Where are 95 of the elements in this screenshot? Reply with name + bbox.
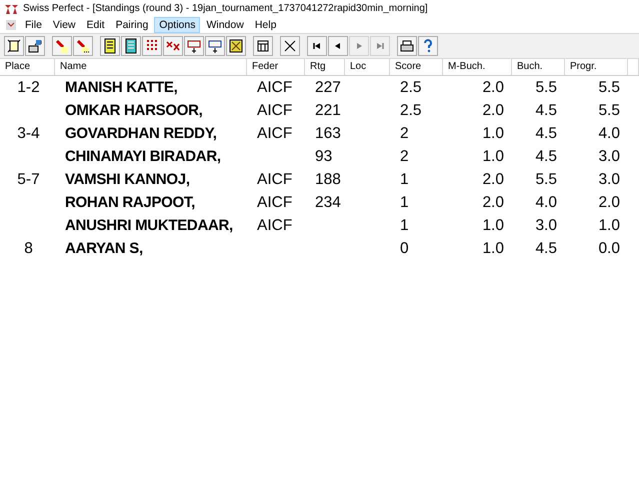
column-header[interactable]: Loc bbox=[345, 59, 390, 75]
table-cell: AICF bbox=[257, 124, 292, 142]
table-cell: 4.5 bbox=[535, 102, 557, 118]
toolbar-button[interactable] bbox=[25, 36, 45, 56]
menu-item[interactable]: File bbox=[20, 17, 47, 33]
toolbar-button[interactable] bbox=[121, 36, 141, 56]
menu-item[interactable]: Options bbox=[154, 17, 200, 33]
table-cell: 4.5 bbox=[535, 240, 557, 256]
menu-item[interactable]: Help bbox=[250, 17, 282, 33]
table-cell: 2.0 bbox=[598, 194, 620, 210]
column-header[interactable]: Place bbox=[0, 59, 55, 75]
window-title: Swiss Perfect - [Standings (round 3) - 19jan_tournament_1737041272rapid30min_morning] bbox=[23, 3, 428, 14]
table-cell: 2.5 bbox=[400, 78, 422, 96]
table-cell: 4.0 bbox=[535, 194, 557, 210]
column-header[interactable]: M-Buch. bbox=[443, 59, 512, 75]
toolbar-button[interactable] bbox=[184, 36, 204, 56]
table-cell: AICF bbox=[257, 102, 292, 118]
table-cell: 2.0 bbox=[482, 78, 504, 96]
table-cell: 93 bbox=[315, 148, 332, 164]
table-cell: 2.0 bbox=[482, 194, 504, 210]
table-cell: 2.0 bbox=[482, 170, 504, 188]
player-name: CHINAMAYI BIRADAR, bbox=[65, 148, 221, 164]
table-cell: 1 bbox=[400, 170, 409, 188]
player-name: VAMSHI KANNOJ, bbox=[65, 170, 190, 188]
table-cell: 1.0 bbox=[482, 148, 504, 164]
menu-item[interactable]: Pairing bbox=[110, 17, 154, 33]
cross-icon bbox=[282, 38, 298, 54]
table-cell: 1 bbox=[400, 216, 409, 234]
table-cell: 0 bbox=[400, 240, 409, 256]
table-cell: 8 bbox=[24, 240, 33, 256]
column-header[interactable]: Feder bbox=[247, 59, 305, 75]
table-cell: 227 bbox=[315, 78, 341, 96]
menu-item[interactable]: Window bbox=[201, 17, 249, 33]
table-cell: 5-7 bbox=[17, 170, 40, 188]
column-header[interactable]: Progr. bbox=[565, 59, 628, 75]
toolbar-button[interactable] bbox=[205, 36, 225, 56]
toolbar-button[interactable] bbox=[280, 36, 300, 56]
table-cell: 3-4 bbox=[17, 124, 40, 142]
table-cell: 3.0 bbox=[535, 216, 557, 234]
table-cell: 5.5 bbox=[598, 102, 620, 118]
toolbar-button[interactable] bbox=[142, 36, 162, 56]
table-cell: 4.5 bbox=[535, 124, 557, 142]
table-cell: 2 bbox=[400, 148, 409, 164]
column-header[interactable]: Score bbox=[390, 59, 443, 75]
table-cell: 221 bbox=[315, 102, 341, 118]
table-cell: 5.5 bbox=[535, 78, 557, 96]
table-cell: 5.5 bbox=[535, 170, 557, 188]
player-name: ANUSHRI MUKTEDAAR, bbox=[65, 216, 233, 234]
menu-item[interactable]: Edit bbox=[82, 17, 110, 33]
table-cell: 1.0 bbox=[482, 124, 504, 142]
table-cell: 2 bbox=[400, 124, 409, 142]
toolbar-button[interactable] bbox=[328, 36, 348, 56]
player-name: AARYAN S, bbox=[65, 240, 143, 256]
toolbar-button[interactable] bbox=[4, 36, 24, 56]
toolbar-button[interactable] bbox=[397, 36, 417, 56]
table-cell: 188 bbox=[315, 170, 341, 188]
toolbar-button[interactable] bbox=[100, 36, 120, 56]
player-name: OMKAR HARSOOR, bbox=[65, 102, 202, 118]
column-header[interactable]: Name bbox=[55, 59, 247, 75]
table-icon bbox=[255, 38, 271, 54]
table-cell: 0.0 bbox=[598, 240, 620, 256]
player-name: ROHAN RAJPOOT, bbox=[65, 194, 195, 210]
table-cell: 2.5 bbox=[400, 102, 422, 118]
table-cell: 3.0 bbox=[598, 170, 620, 188]
table-cell: AICF bbox=[257, 170, 292, 188]
column-header[interactable]: Rtg bbox=[305, 59, 345, 75]
table-cell: 1 bbox=[400, 194, 409, 210]
player-name: MANISH KATTE, bbox=[65, 78, 178, 96]
list-document-icon bbox=[102, 38, 118, 54]
list-document-icon bbox=[123, 38, 139, 54]
table-cell: AICF bbox=[257, 194, 292, 210]
column-header[interactable]: Buch. bbox=[512, 59, 565, 75]
printer-icon bbox=[399, 38, 415, 54]
new-document-icon bbox=[6, 38, 22, 54]
toolbar-button[interactable] bbox=[253, 36, 273, 56]
table-cell: 1.0 bbox=[482, 216, 504, 234]
table-cell: 2.0 bbox=[482, 102, 504, 118]
toolbar-button[interactable] bbox=[163, 36, 183, 56]
toolbar-button[interactable] bbox=[226, 36, 246, 56]
table-cell: 4.5 bbox=[535, 148, 557, 164]
flashlight-icon bbox=[54, 38, 70, 54]
flashlight-icon bbox=[75, 38, 91, 54]
table-cell: 1-2 bbox=[17, 78, 40, 96]
table-cell: 5.5 bbox=[598, 78, 620, 96]
table-cell: 3.0 bbox=[598, 148, 620, 164]
table-cell: 234 bbox=[315, 194, 341, 210]
table-cell: 4.0 bbox=[598, 124, 620, 142]
table-cell: AICF bbox=[257, 78, 292, 96]
toolbar-button[interactable] bbox=[307, 36, 327, 56]
table-cell: 1.0 bbox=[482, 240, 504, 256]
table-cell: 163 bbox=[315, 124, 341, 142]
player-name: GOVARDHAN REDDY, bbox=[65, 124, 217, 142]
table-cell: 1.0 bbox=[598, 216, 620, 234]
menu-item[interactable]: View bbox=[48, 17, 80, 33]
table-cell: AICF bbox=[257, 216, 292, 234]
